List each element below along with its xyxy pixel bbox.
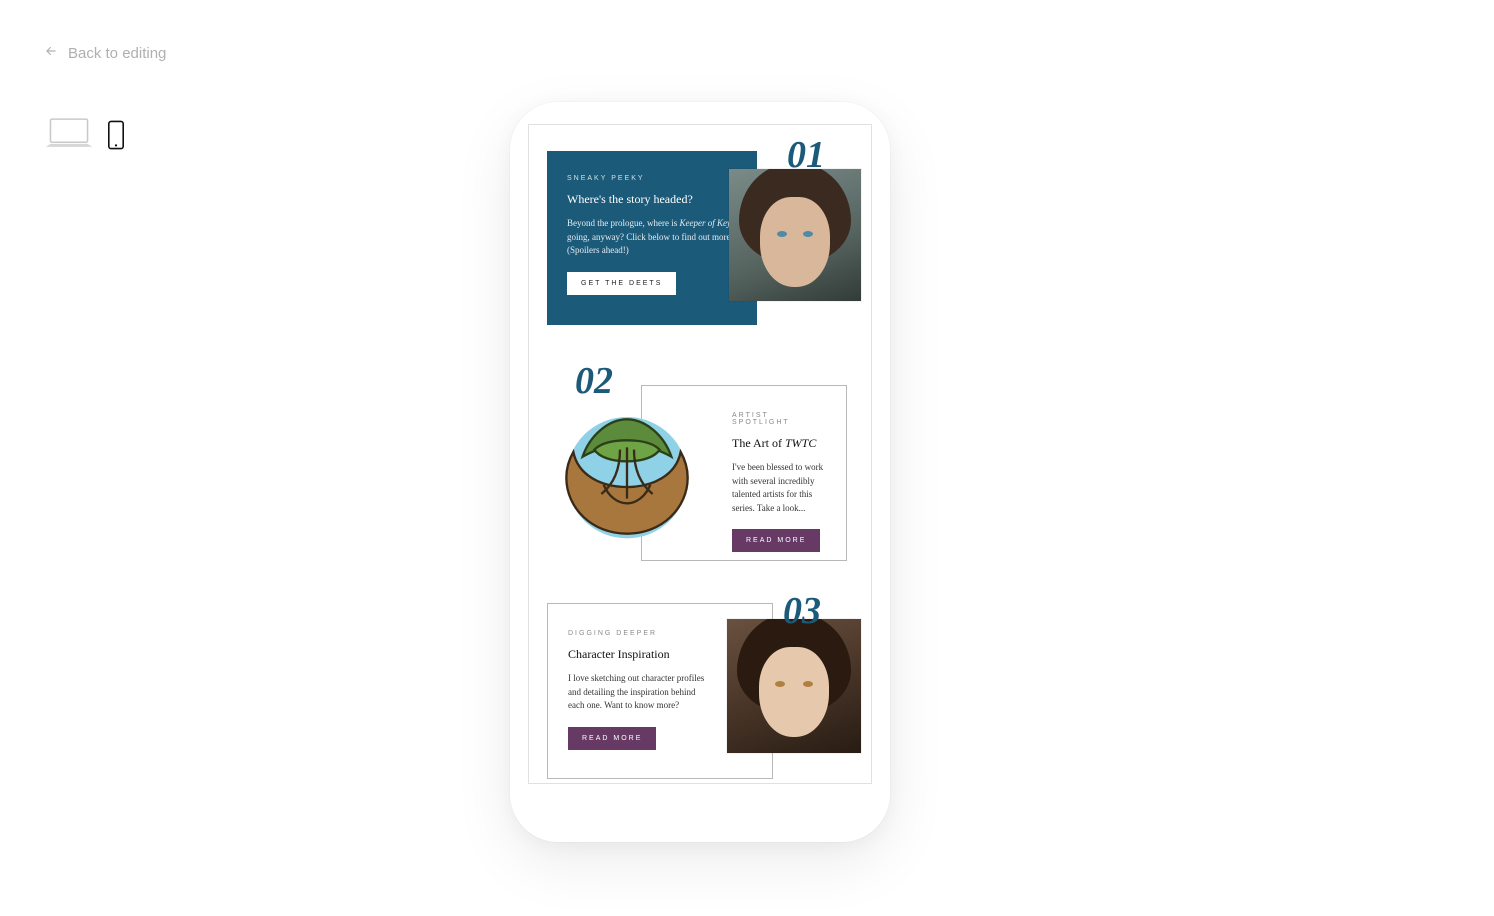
card-body-text: going, anyway? Click below to find out m… (567, 232, 733, 256)
preview-content: 01 SNEAKY PEEKY Where's the story headed… (529, 151, 871, 784)
card-title-emphasis: TWTC (785, 436, 816, 450)
feature-card-03: 03 DIGGING DEEPER Character Inspiration … (529, 595, 871, 784)
card-image (547, 393, 707, 553)
card-panel: SNEAKY PEEKY Where's the story headed? B… (547, 151, 757, 325)
mobile-preview-frame: 01 SNEAKY PEEKY Where's the story headed… (510, 102, 890, 842)
portrait-placeholder-icon (729, 169, 861, 301)
back-to-editing-label: Back to editing (68, 45, 166, 62)
card-body: I've been blessed to work with several i… (732, 461, 826, 515)
card-title: Where's the story headed? (567, 192, 737, 207)
card-image (729, 169, 861, 301)
mobile-icon (108, 120, 124, 150)
feature-card-02: 02 ARTIST SPOTLIGHT The Art of TWTC I've… (529, 371, 871, 571)
portrait-placeholder-icon (727, 619, 861, 753)
read-more-button[interactable]: READ MORE (568, 727, 656, 750)
card-number: 01 (787, 133, 825, 177)
tree-emblem-icon (557, 403, 697, 543)
card-eyebrow: ARTIST SPOTLIGHT (732, 412, 826, 426)
desktop-icon (44, 116, 94, 150)
card-body: Beyond the prologue, where is Keeper of … (567, 217, 737, 258)
card-title: Character Inspiration (568, 647, 714, 662)
arrow-left-icon (44, 44, 58, 62)
feature-card-01: 01 SNEAKY PEEKY Where's the story headed… (529, 151, 871, 341)
mobile-preview-toggle[interactable] (108, 120, 124, 150)
back-to-editing-link[interactable]: Back to editing (44, 44, 166, 62)
card-eyebrow: DIGGING DEEPER (568, 630, 714, 637)
read-more-button[interactable]: READ MORE (732, 529, 820, 552)
get-the-deets-button[interactable]: GET THE DEETS (567, 272, 676, 295)
card-title: The Art of TWTC (732, 436, 826, 451)
card-number: 03 (783, 589, 821, 633)
preview-viewport[interactable]: 01 SNEAKY PEEKY Where's the story headed… (528, 124, 872, 784)
card-body-emphasis: Keeper of Keys (679, 218, 734, 228)
card-image (727, 619, 861, 753)
card-eyebrow: SNEAKY PEEKY (567, 175, 737, 182)
card-number: 02 (575, 359, 613, 403)
card-body: I love sketching out character profiles … (568, 672, 714, 713)
card-body-text: Beyond the prologue, where is (567, 218, 679, 228)
device-switcher (44, 116, 124, 150)
card-title-text: The Art of (732, 436, 785, 450)
desktop-preview-toggle[interactable] (44, 116, 94, 150)
